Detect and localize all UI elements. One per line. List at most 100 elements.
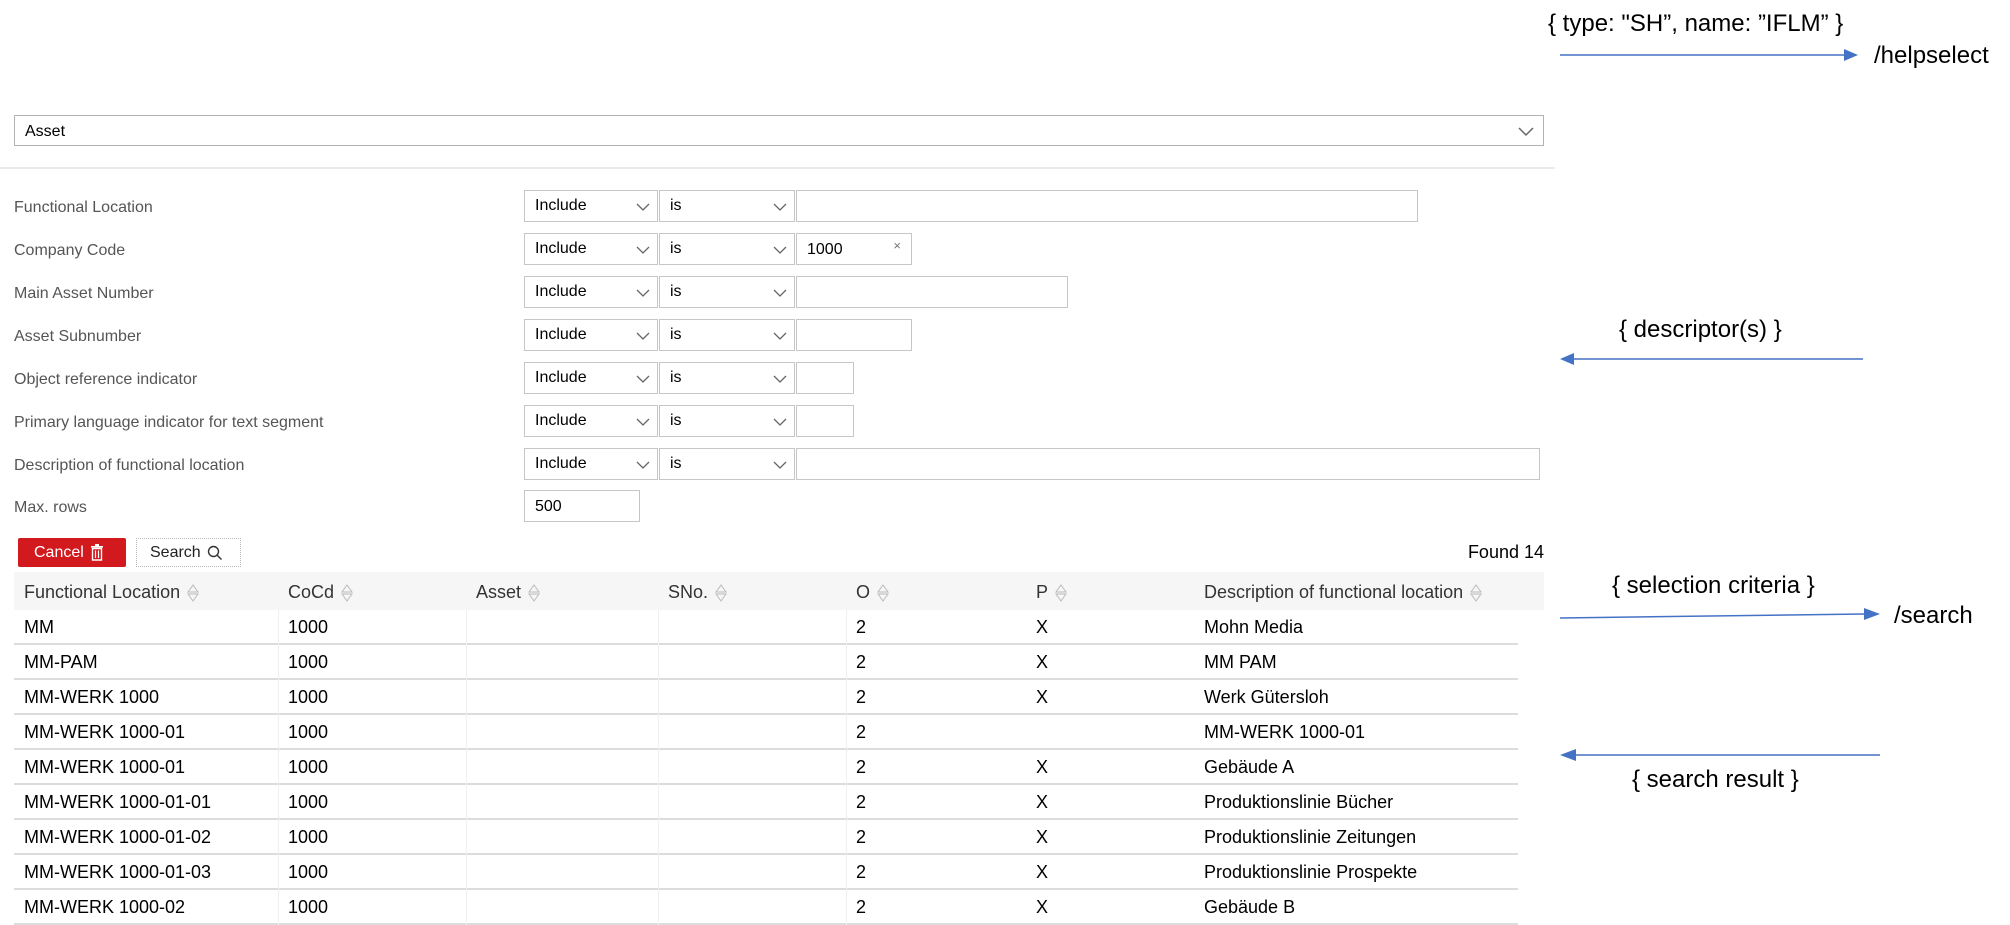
column-separator — [658, 785, 659, 820]
table-cell: MM-WERK 1000-01 — [24, 722, 186, 742]
table-cell: 1000 — [288, 792, 329, 812]
helpselect-request-label: { type: "SH”, name: ”IFLM” } — [1548, 10, 1844, 37]
arrow-right-icon — [1560, 49, 1858, 61]
column-separator — [466, 715, 467, 750]
column-separator — [846, 680, 847, 715]
column-header[interactable]: SNo. — [668, 582, 728, 603]
table-cell: Gebäude A — [1204, 757, 1295, 777]
sort-icon[interactable] — [714, 583, 728, 603]
column-separator — [278, 750, 279, 785]
column-separator — [846, 855, 847, 890]
column-header-label: Description of functional location — [1204, 582, 1464, 602]
column-separator — [278, 610, 279, 645]
table-cell: MM — [24, 617, 54, 637]
column-separator — [278, 890, 279, 925]
column-separator — [466, 750, 467, 785]
table-row[interactable]: MM-WERK 1000-02 1000 2 X Gebäude B — [14, 890, 1518, 925]
column-separator — [278, 715, 279, 750]
table-cell: MM-WERK 1000-01-03 — [24, 862, 212, 882]
table-cell: 1000 — [288, 757, 329, 777]
column-separator — [846, 610, 847, 645]
column-separator — [846, 785, 847, 820]
column-separator — [846, 715, 847, 750]
table-row[interactable]: MM-WERK 1000-01-01 1000 2 X Produktionslinie… — [14, 785, 1518, 820]
table-cell: MM-WERK 1000-01 — [1204, 722, 1366, 742]
column-separator — [466, 785, 467, 820]
table-header: Functional Location CoCd Asset SNo. O P Descri… — [14, 572, 1544, 610]
table-cell: 1000 — [288, 897, 329, 917]
sort-icon[interactable] — [876, 583, 890, 603]
column-header[interactable]: Description of functional location — [1204, 582, 1483, 603]
column-separator — [466, 645, 467, 680]
sort-icon[interactable] — [186, 583, 200, 603]
table-cell: 2 — [856, 827, 867, 847]
column-header[interactable]: Functional Location — [24, 582, 200, 603]
column-separator — [278, 645, 279, 680]
sort-icon[interactable] — [1054, 583, 1068, 603]
column-separator — [658, 855, 659, 890]
column-header[interactable]: CoCd — [288, 582, 354, 603]
column-header[interactable]: P — [1036, 582, 1068, 603]
column-separator — [466, 610, 467, 645]
column-header[interactable]: Asset — [476, 582, 541, 603]
table-cell: 2 — [856, 897, 867, 917]
table-cell: MM-WERK 1000-01 — [24, 757, 186, 777]
search-request-label: { selection criteria } — [1612, 572, 1815, 599]
column-header-label: O — [856, 582, 871, 602]
table-cell: Werk Gütersloh — [1204, 687, 1329, 707]
table-cell: 2 — [856, 617, 867, 637]
table-cell: 1000 — [288, 862, 329, 882]
sort-icon[interactable] — [1469, 583, 1483, 603]
column-separator — [466, 855, 467, 890]
column-separator — [466, 890, 467, 925]
column-header-label: Asset — [476, 582, 522, 602]
column-separator — [658, 820, 659, 855]
column-separator — [658, 890, 659, 925]
table-cell: X — [1036, 687, 1049, 707]
table-cell: MM-WERK 1000-01-02 — [24, 827, 212, 847]
helpselect-endpoint: /helpselect — [1874, 42, 1989, 69]
table-cell: X — [1036, 792, 1049, 812]
table-cell: Produktionslinie Prospekte — [1204, 862, 1418, 882]
table-cell: Mohn Media — [1204, 617, 1304, 637]
column-separator — [278, 785, 279, 820]
table-cell: X — [1036, 652, 1049, 672]
column-header[interactable]: O — [856, 582, 890, 603]
arrow-right-icon — [1560, 608, 1880, 620]
table-cell: 2 — [856, 687, 867, 707]
column-separator — [846, 890, 847, 925]
table-row[interactable]: MM-WERK 1000-01 1000 2 MM-WERK 1000-01 — [14, 715, 1518, 750]
column-separator — [466, 680, 467, 715]
column-separator — [846, 645, 847, 680]
table-cell: MM-PAM — [24, 652, 98, 672]
table-cell: 1000 — [288, 617, 329, 637]
sort-icon[interactable] — [527, 583, 541, 603]
descriptor-response-label: { descriptor(s) } — [1619, 316, 1782, 343]
table-cell: MM-WERK 1000 — [24, 687, 160, 707]
table-cell: Gebäude B — [1204, 897, 1296, 917]
table-row[interactable]: MM-WERK 1000-01-03 1000 2 X Produktionslinie… — [14, 855, 1518, 890]
table-cell: 2 — [856, 792, 867, 812]
table-cell: X — [1036, 862, 1049, 882]
column-separator — [658, 610, 659, 645]
sort-icon[interactable] — [340, 583, 354, 603]
found-wrap: Found 14 — [0, 0, 1560, 600]
table-cell: MM PAM — [1204, 652, 1277, 672]
column-header-label: CoCd — [288, 582, 335, 602]
table-cell: 2 — [856, 862, 867, 882]
table-cell: X — [1036, 617, 1049, 637]
column-separator — [658, 680, 659, 715]
table-row[interactable]: MM-WERK 1000-01-02 1000 2 X Produktionslinie… — [14, 820, 1518, 855]
table-row[interactable]: MM-WERK 1000-01 1000 2 X Gebäude A — [14, 750, 1518, 785]
column-separator — [658, 645, 659, 680]
arrow-left-icon — [1560, 749, 1880, 761]
table-row[interactable]: MM-WERK 1000 1000 2 X Werk Gütersloh — [14, 680, 1518, 715]
search-result-label: { search result } — [1632, 766, 1799, 793]
column-separator — [658, 715, 659, 750]
table-row[interactable]: MM-PAM 1000 2 X MM PAM — [14, 645, 1518, 680]
column-header-label: P — [1036, 582, 1049, 602]
table-cell: 1000 — [288, 722, 329, 742]
column-separator — [278, 680, 279, 715]
column-separator — [846, 820, 847, 855]
table-row[interactable]: MM 1000 2 X Mohn Media — [14, 610, 1518, 645]
